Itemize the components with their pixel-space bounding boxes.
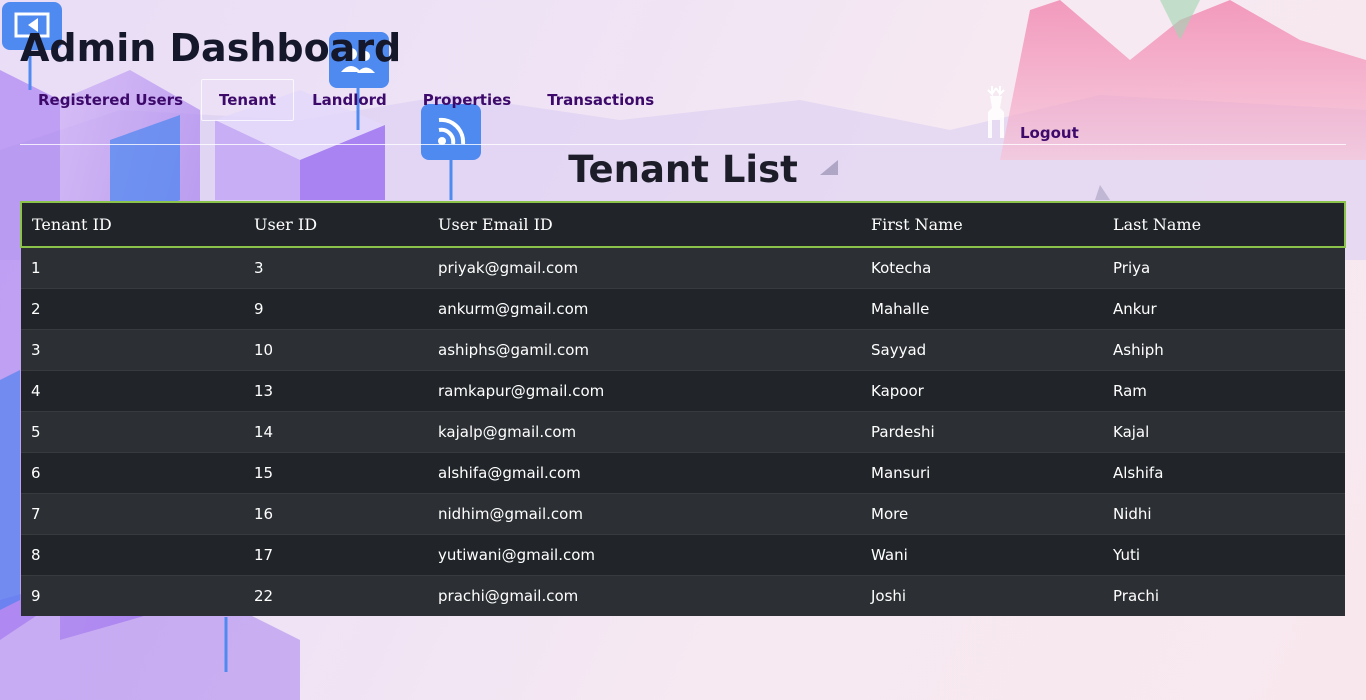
table-row: 2 9 ankurm@gmail.com Mahalle Ankur (21, 287, 1345, 329)
cell-user-email: nidhim@gmail.com (428, 492, 861, 534)
header-user-id: User ID (244, 201, 428, 248)
cell-tenant-id: 9 (21, 574, 244, 616)
cell-user-id: 9 (244, 287, 428, 329)
cell-tenant-id: 4 (21, 369, 244, 411)
table-row: 7 16 nidhim@gmail.com More Nidhi (21, 492, 1345, 534)
table-row: 4 13 ramkapur@gmail.com Kapoor Ram (21, 369, 1345, 411)
cell-tenant-id: 5 (21, 410, 244, 452)
cell-last-name: Ankur (1103, 287, 1345, 329)
cell-user-email: ramkapur@gmail.com (428, 369, 861, 411)
cell-last-name: Yuti (1103, 533, 1345, 575)
nav-registered-users[interactable]: Registered Users (20, 79, 201, 121)
cell-user-id: 10 (244, 328, 428, 370)
main-nav: Registered Users Tenant Landlord Propert… (20, 79, 672, 121)
nav-transactions[interactable]: Transactions (529, 79, 672, 121)
cell-first-name: Mahalle (861, 287, 1103, 329)
table-row: 1 3 priyak@gmail.com Kotecha Priya (21, 246, 1345, 288)
table-row: 9 22 prachi@gmail.com Joshi Prachi (21, 574, 1345, 616)
cell-first-name: Sayyad (861, 328, 1103, 370)
cell-last-name: Alshifa (1103, 451, 1345, 493)
cell-last-name: Priya (1103, 246, 1345, 288)
nav-landlord[interactable]: Landlord (294, 79, 405, 121)
cell-last-name: Kajal (1103, 410, 1345, 452)
cell-user-email: ankurm@gmail.com (428, 287, 861, 329)
cell-first-name: Pardeshi (861, 410, 1103, 452)
cell-first-name: More (861, 492, 1103, 534)
cell-last-name: Ashiph (1103, 328, 1345, 370)
cell-user-id: 17 (244, 533, 428, 575)
tenant-table: Tenant ID User ID User Email ID First Name L… (20, 201, 1346, 616)
cell-user-email: prachi@gmail.com (428, 574, 861, 616)
header-tenant-id: Tenant ID (20, 201, 244, 248)
cell-user-id: 14 (244, 410, 428, 452)
cell-tenant-id: 2 (21, 287, 244, 329)
cell-user-email: yutiwani@gmail.com (428, 533, 861, 575)
cell-user-email: kajalp@gmail.com (428, 410, 861, 452)
table-row: 5 14 kajalp@gmail.com Pardeshi Kajal (21, 410, 1345, 452)
table-row: 3 10 ashiphs@gamil.com Sayyad Ashiph (21, 328, 1345, 370)
table-body: 1 3 priyak@gmail.com Kotecha Priya 2 9 ankurm@g… (21, 246, 1345, 616)
cell-tenant-id: 8 (21, 533, 244, 575)
header-first-name: First Name (861, 201, 1103, 248)
cell-last-name: Prachi (1103, 574, 1345, 616)
cell-user-email: priyak@gmail.com (428, 246, 861, 288)
cell-user-email: alshifa@gmail.com (428, 451, 861, 493)
cell-last-name: Nidhi (1103, 492, 1345, 534)
nav-tenant[interactable]: Tenant (201, 79, 295, 121)
cell-tenant-id: 3 (21, 328, 244, 370)
cell-user-id: 15 (244, 451, 428, 493)
cell-user-id: 16 (244, 492, 428, 534)
table-header-row: Tenant ID User ID User Email ID First Name L… (20, 201, 1346, 248)
cell-first-name: Wani (861, 533, 1103, 575)
cell-tenant-id: 7 (21, 492, 244, 534)
header-last-name: Last Name (1103, 201, 1346, 248)
cell-user-id: 3 (244, 246, 428, 288)
tenant-list-title: Tenant List (568, 148, 798, 191)
nav-divider (20, 144, 1346, 145)
table-row: 6 15 alshifa@gmail.com Mansuri Alshifa (21, 451, 1345, 493)
table-row: 8 17 yutiwani@gmail.com Wani Yuti (21, 533, 1345, 575)
cell-user-email: ashiphs@gamil.com (428, 328, 861, 370)
cell-first-name: Joshi (861, 574, 1103, 616)
cell-first-name: Kotecha (861, 246, 1103, 288)
nav-properties[interactable]: Properties (405, 79, 529, 121)
cell-first-name: Kapoor (861, 369, 1103, 411)
cell-user-id: 22 (244, 574, 428, 616)
cell-user-id: 13 (244, 369, 428, 411)
cell-tenant-id: 1 (21, 246, 244, 288)
cell-last-name: Ram (1103, 369, 1345, 411)
page-title: Admin Dashboard (20, 26, 402, 70)
cell-tenant-id: 6 (21, 451, 244, 493)
header-user-email: User Email ID (428, 201, 861, 248)
logout-link[interactable]: Logout (1020, 124, 1079, 142)
cell-first-name: Mansuri (861, 451, 1103, 493)
